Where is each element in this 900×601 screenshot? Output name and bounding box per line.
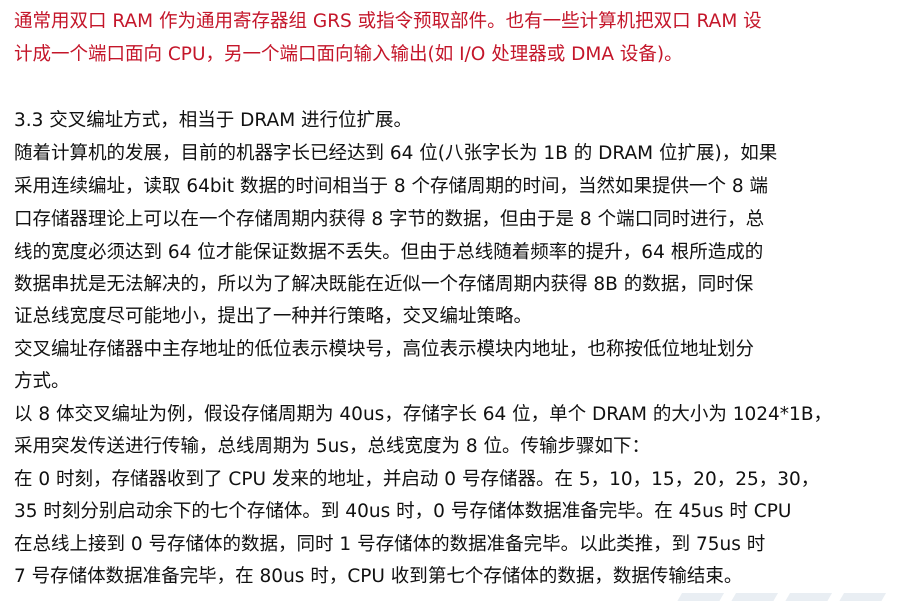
- body-line-14: 7 号存储体数据准备完毕，在 80us 时，CPU 收到第七个存储体的数据，数据…: [14, 566, 743, 587]
- body-line-2: 采用连续编址，读取 64bit 数据的时间相当于 8 个存储周期的时间，当然如果…: [14, 176, 769, 197]
- watermark-decoration: [670, 583, 900, 601]
- body-line-8: 方式。: [14, 371, 70, 392]
- body-line-11: 在 0 时刻，存储器收到了 CPU 发来的地址，并启动 0 号存储器。在 5，1…: [14, 469, 820, 490]
- body-line-7: 交叉编址存储器中主存地址的低位表示模块号，高位表示模块内地址，也称按低位地址划分: [14, 339, 755, 360]
- body-line-5: 数据串扰是无法解决的，所以为了解决既能在近似一个存储周期内获得 8B 的数据，同…: [14, 274, 754, 295]
- body-line-4: 线的宽度必须达到 64 位才能保证数据不丢失。但由于总线随着频率的提升，64 根…: [14, 242, 764, 263]
- section-heading: 3.3 交叉编址方式，相当于 DRAM 进行位扩展。: [14, 110, 413, 131]
- intro-line-1: 通常用双口 RAM 作为通用寄存器组 GRS 或指令预取部件。也有一些计算机把双…: [14, 11, 762, 32]
- intro-line-2: 计成一个端口面向 CPU，另一个端口面向输入输出(如 I/O 处理器或 DMA …: [14, 44, 683, 65]
- body-line-3: 口存储器理论上可以在一个存储周期内获得 8 字节的数据，但由于是 8 个端口同时…: [14, 209, 765, 230]
- body-line-6: 证总线宽度尽可能地小，提出了一种并行策略，交叉编址策略。: [14, 306, 533, 327]
- document-page: 通常用双口 RAM 作为通用寄存器组 GRS 或指令预取部件。也有一些计算机把双…: [0, 0, 900, 601]
- body-line-13: 在总线上接到 0 号存储体的数据，同时 1 号存储体的数据准备完毕。以此类推，到…: [14, 534, 766, 555]
- body-line-9: 以 8 体交叉编址为例，假设存储周期为 40us，存储字长 64 位，单个 DR…: [14, 404, 833, 425]
- body-line-10: 采用突发传送进行传输，总线周期为 5us，总线宽度为 8 位。传输步骤如下：: [14, 436, 651, 457]
- body-line-1: 随着计算机的发展，目前的机器字长已经达到 64 位(八张字长为 1B 的 DRA…: [14, 143, 778, 164]
- body-line-12: 35 时刻分别启动余下的七个存储体。到 40us 时，0 号存储体数据准备完毕。…: [14, 501, 792, 522]
